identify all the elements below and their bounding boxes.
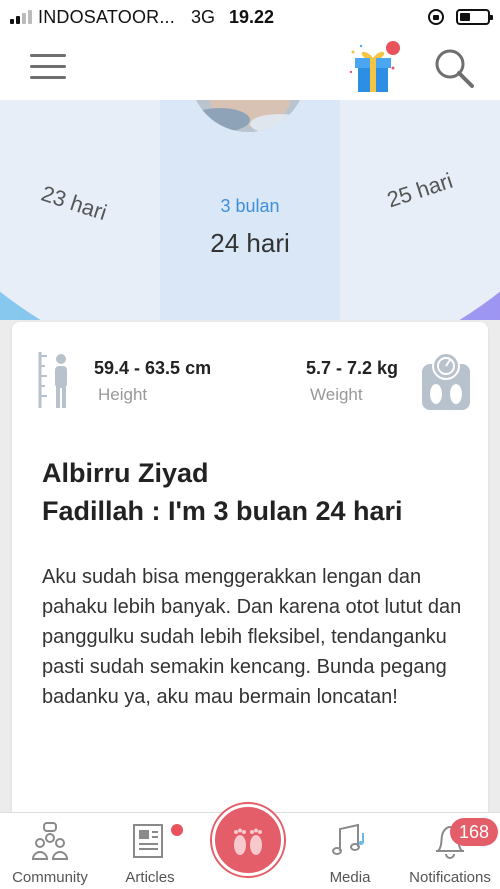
weight-label: Weight — [310, 385, 363, 404]
articles-new-dot — [170, 823, 184, 837]
carrier-name: INDOSATOOR... — [38, 6, 175, 27]
weight-scale-icon — [422, 352, 470, 410]
status-bar: INDOSATOOR... 3G 19.22 — [0, 0, 500, 34]
nav-community-label: Community — [12, 869, 88, 886]
gift-icon[interactable] — [343, 38, 403, 98]
footprints-icon — [234, 828, 262, 855]
articles-icon — [133, 824, 163, 858]
status-time: 19.22 — [228, 6, 275, 27]
status-right — [428, 9, 493, 25]
title-line-1: Albirru Ziyad — [42, 458, 209, 488]
orientation-lock-icon — [428, 9, 444, 25]
nav-articles-label: Articles — [125, 869, 175, 886]
nav-community[interactable]: Community — [0, 813, 100, 889]
notification-count-badge: 168 — [450, 818, 498, 846]
age-hero: 23 hari 3 bulan 24 hari 25 hari — [0, 100, 500, 320]
current-age-day: 24 hari — [210, 228, 290, 258]
app-header — [0, 34, 500, 100]
milestone-description: Aku sudah bisa menggerakkan lengan dan p… — [42, 566, 462, 708]
community-icon — [31, 822, 69, 860]
signal-strength-icon — [10, 10, 32, 24]
development-card: 59.4 - 63.5 cm Height 5.7 - 7.2 kg Weigh… — [12, 322, 488, 822]
height-label: Height — [98, 385, 148, 404]
nav-media[interactable]: Media — [300, 813, 400, 889]
title-line-2: Fadillah : I'm 3 bulan 24 hari — [42, 496, 403, 526]
nav-articles[interactable]: Articles — [100, 813, 200, 889]
nav-notifications-label: Notifications — [409, 869, 491, 886]
search-icon[interactable] — [432, 46, 476, 90]
battery-icon — [456, 9, 493, 25]
nav-media-label: Media — [329, 869, 371, 886]
weight-value: 5.7 - 7.2 kg — [306, 358, 399, 378]
height-value: 59.4 - 63.5 cm — [94, 358, 212, 378]
milestone-title: Albirru Ziyad Fadillah : I'm 3 bulan 24 … — [42, 454, 472, 530]
hamburger-menu-icon[interactable] — [30, 54, 66, 80]
media-icon — [332, 823, 364, 855]
network-type: 3G — [190, 6, 215, 27]
center-action-button[interactable] — [212, 804, 284, 876]
height-ruler-icon — [38, 352, 67, 408]
